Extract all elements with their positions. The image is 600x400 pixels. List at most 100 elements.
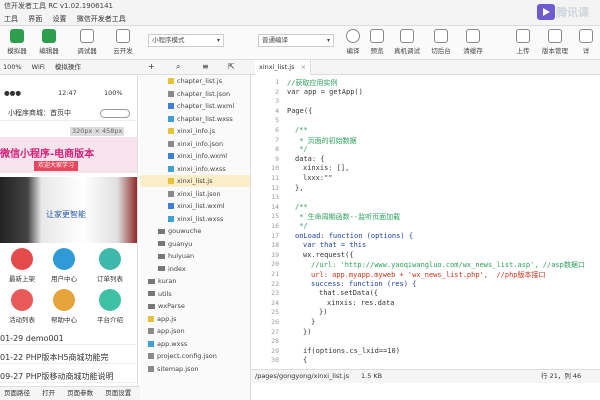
editor-toggle-button[interactable]: 编辑器 xyxy=(34,29,64,55)
file-item[interactable]: xinxi_list.wxss xyxy=(140,213,250,225)
background-button[interactable]: 切后台 xyxy=(426,29,456,55)
file-item[interactable]: xinxi_info.json xyxy=(140,138,250,150)
search-icon[interactable]: ⌕ xyxy=(176,60,180,74)
network-select[interactable]: WiFi xyxy=(32,63,45,71)
real-device-debug-button[interactable]: 真机调试 xyxy=(392,29,422,55)
page-settings-label[interactable]: 页面设置 xyxy=(105,389,131,397)
capsule-menu-button[interactable] xyxy=(100,109,130,118)
real-device-debug-label: 真机调试 xyxy=(394,47,420,55)
code-editor[interactable]: 1 2 3 4 5 6 7 8 9 10 11 12 13 14 15 16 17 18 19 20 21 22 23 24 2… xyxy=(251,75,600,369)
menu-item-tools[interactable]: 工具 xyxy=(4,15,18,23)
menu-item-view[interactable]: 界面 xyxy=(28,15,42,23)
menu-item-settings[interactable]: 设置 xyxy=(52,15,66,23)
grid-item-platform-intro[interactable]: 平台介绍 xyxy=(92,289,128,324)
news-list-item[interactable]: 09-27 PHP版移动商城功能说明 xyxy=(0,370,137,383)
simulator-toggle-button[interactable]: 模拟器 xyxy=(2,29,32,55)
file-item[interactable]: app.wxss xyxy=(140,338,250,350)
mode-select[interactable]: 小程序模式 ▾ xyxy=(148,34,224,47)
folder-item[interactable]: index xyxy=(140,263,250,275)
tab-xinxi-list-js[interactable]: xinxi_list.js × xyxy=(255,60,312,75)
line-number: 16 xyxy=(271,222,279,230)
grid-item-activity-list[interactable]: 活动列表 xyxy=(4,289,40,324)
folder-item[interactable]: kuran xyxy=(140,275,250,287)
version-management-label: 版本管理 xyxy=(542,47,568,55)
folder-item[interactable]: guanyu xyxy=(140,238,250,250)
folder-item[interactable]: huiyuan xyxy=(140,250,250,262)
page-params-label[interactable]: 页面参数 xyxy=(67,389,93,397)
line-number: 7 xyxy=(275,135,279,144)
details-label: 详 xyxy=(582,47,590,55)
phone-icon xyxy=(10,29,24,43)
simulate-operation-select[interactable]: 模拟操作 xyxy=(55,63,81,71)
cloud-dev-button[interactable]: 云开发 xyxy=(108,29,138,55)
debug-icon xyxy=(80,29,94,43)
file-item[interactable]: chapter_list.js xyxy=(140,75,250,87)
file-item[interactable]: chapter_list.wxss xyxy=(140,113,250,125)
folder-item[interactable]: wxParse xyxy=(140,300,250,312)
folder-item[interactable]: gouwuche xyxy=(140,225,250,237)
code-line: * 页面的初始数据 xyxy=(295,136,357,145)
debugger-toggle-button[interactable]: 调试器 xyxy=(72,29,102,55)
status-battery: 100% xyxy=(104,89,123,97)
editor-toggle-label: 编辑器 xyxy=(39,47,59,55)
upload-label: 上传 xyxy=(516,47,530,55)
line-number: 15 xyxy=(271,212,279,221)
json-file-icon xyxy=(148,353,154,359)
folder-icon xyxy=(158,266,165,271)
line-number: 14 xyxy=(271,202,279,211)
collapse-icon[interactable]: ⇱ xyxy=(228,60,235,74)
file-item[interactable]: xinxi_list.js xyxy=(140,175,250,187)
file-item[interactable]: xinxi_info.wxss xyxy=(140,163,250,175)
file-name: wxParse xyxy=(158,302,185,310)
menu-item-devtools[interactable]: 微信开发者工具 xyxy=(77,15,126,23)
file-item[interactable]: xinxi_list.json xyxy=(140,188,250,200)
grid-item-user-center[interactable]: 用户中心 xyxy=(46,248,82,283)
close-icon[interactable]: × xyxy=(301,63,306,71)
upload-button[interactable]: 上传 xyxy=(508,29,538,55)
status-file-path: /pages/gongyong/xinxi_list.js xyxy=(255,372,350,380)
file-tree-toolbar: + ⌕ ≡ ⇱ xyxy=(140,60,251,75)
file-item[interactable]: xinxi_info.js xyxy=(140,125,250,137)
grid-item-help-center[interactable]: 帮助中心 xyxy=(46,289,82,324)
folder-icon xyxy=(158,228,165,234)
code-line: /** xyxy=(295,126,308,134)
file-item[interactable]: project.config.json xyxy=(140,350,250,362)
compile-select[interactable]: 普通编译 ▾ xyxy=(258,34,334,47)
zoom-select[interactable]: 100% xyxy=(3,63,22,71)
file-item[interactable]: chapter_list.wxml xyxy=(140,100,250,112)
file-name: chapter_list.js xyxy=(177,77,223,85)
folder-icon xyxy=(148,303,155,309)
grid-item-label: 用户中心 xyxy=(51,275,77,283)
line-number: 25 xyxy=(271,308,279,317)
compile-label: 编译 xyxy=(346,47,360,55)
file-item[interactable]: sitemap.json xyxy=(140,363,250,375)
grid-item-new-arrivals[interactable]: 最新上架 xyxy=(4,248,40,283)
version-management-button[interactable]: 版本管理 xyxy=(540,29,570,55)
file-item[interactable]: xinxi_info.wxml xyxy=(140,150,250,162)
file-item[interactable]: app.js xyxy=(140,313,250,325)
debugger-toggle-label: 调试器 xyxy=(77,47,97,55)
line-number: 19 xyxy=(271,250,279,259)
list-icon[interactable]: ≡ xyxy=(202,60,209,74)
grid-item-order-list[interactable]: 订单列表 xyxy=(92,248,128,283)
page-path-label[interactable]: 页面路径 xyxy=(4,389,30,397)
details-button[interactable]: 详 xyxy=(574,29,598,55)
file-name: xinxi_list.js xyxy=(177,177,213,185)
home-banner[interactable]: 微信小程序-电商版本 欢迎大家学习 让家更智能 xyxy=(0,133,137,245)
file-item[interactable]: chapter_list.json xyxy=(140,88,250,100)
preview-button[interactable]: 预览 xyxy=(362,29,392,55)
file-item[interactable]: xinxi_list.wxml xyxy=(140,200,250,212)
news-list-item[interactable]: 01-22 PHP版本H5商城功能完 xyxy=(0,351,137,364)
clear-cache-button[interactable]: 清缓存 xyxy=(458,29,488,55)
line-number: 4 xyxy=(275,106,279,115)
code-line: onLoad: function (options) { xyxy=(295,231,414,240)
code-line: var app = getApp() xyxy=(287,87,363,96)
open-label[interactable]: 打开 xyxy=(42,389,55,397)
folder-item[interactable]: utils xyxy=(140,288,250,300)
news-list-item[interactable]: 01-29 demo001 xyxy=(0,332,137,345)
json-file-icon xyxy=(168,90,174,97)
file-item[interactable]: app.json xyxy=(140,325,250,337)
branch-icon xyxy=(548,29,562,43)
mode-select-value: 小程序模式 xyxy=(152,36,185,44)
add-file-button[interactable]: + xyxy=(148,60,155,74)
